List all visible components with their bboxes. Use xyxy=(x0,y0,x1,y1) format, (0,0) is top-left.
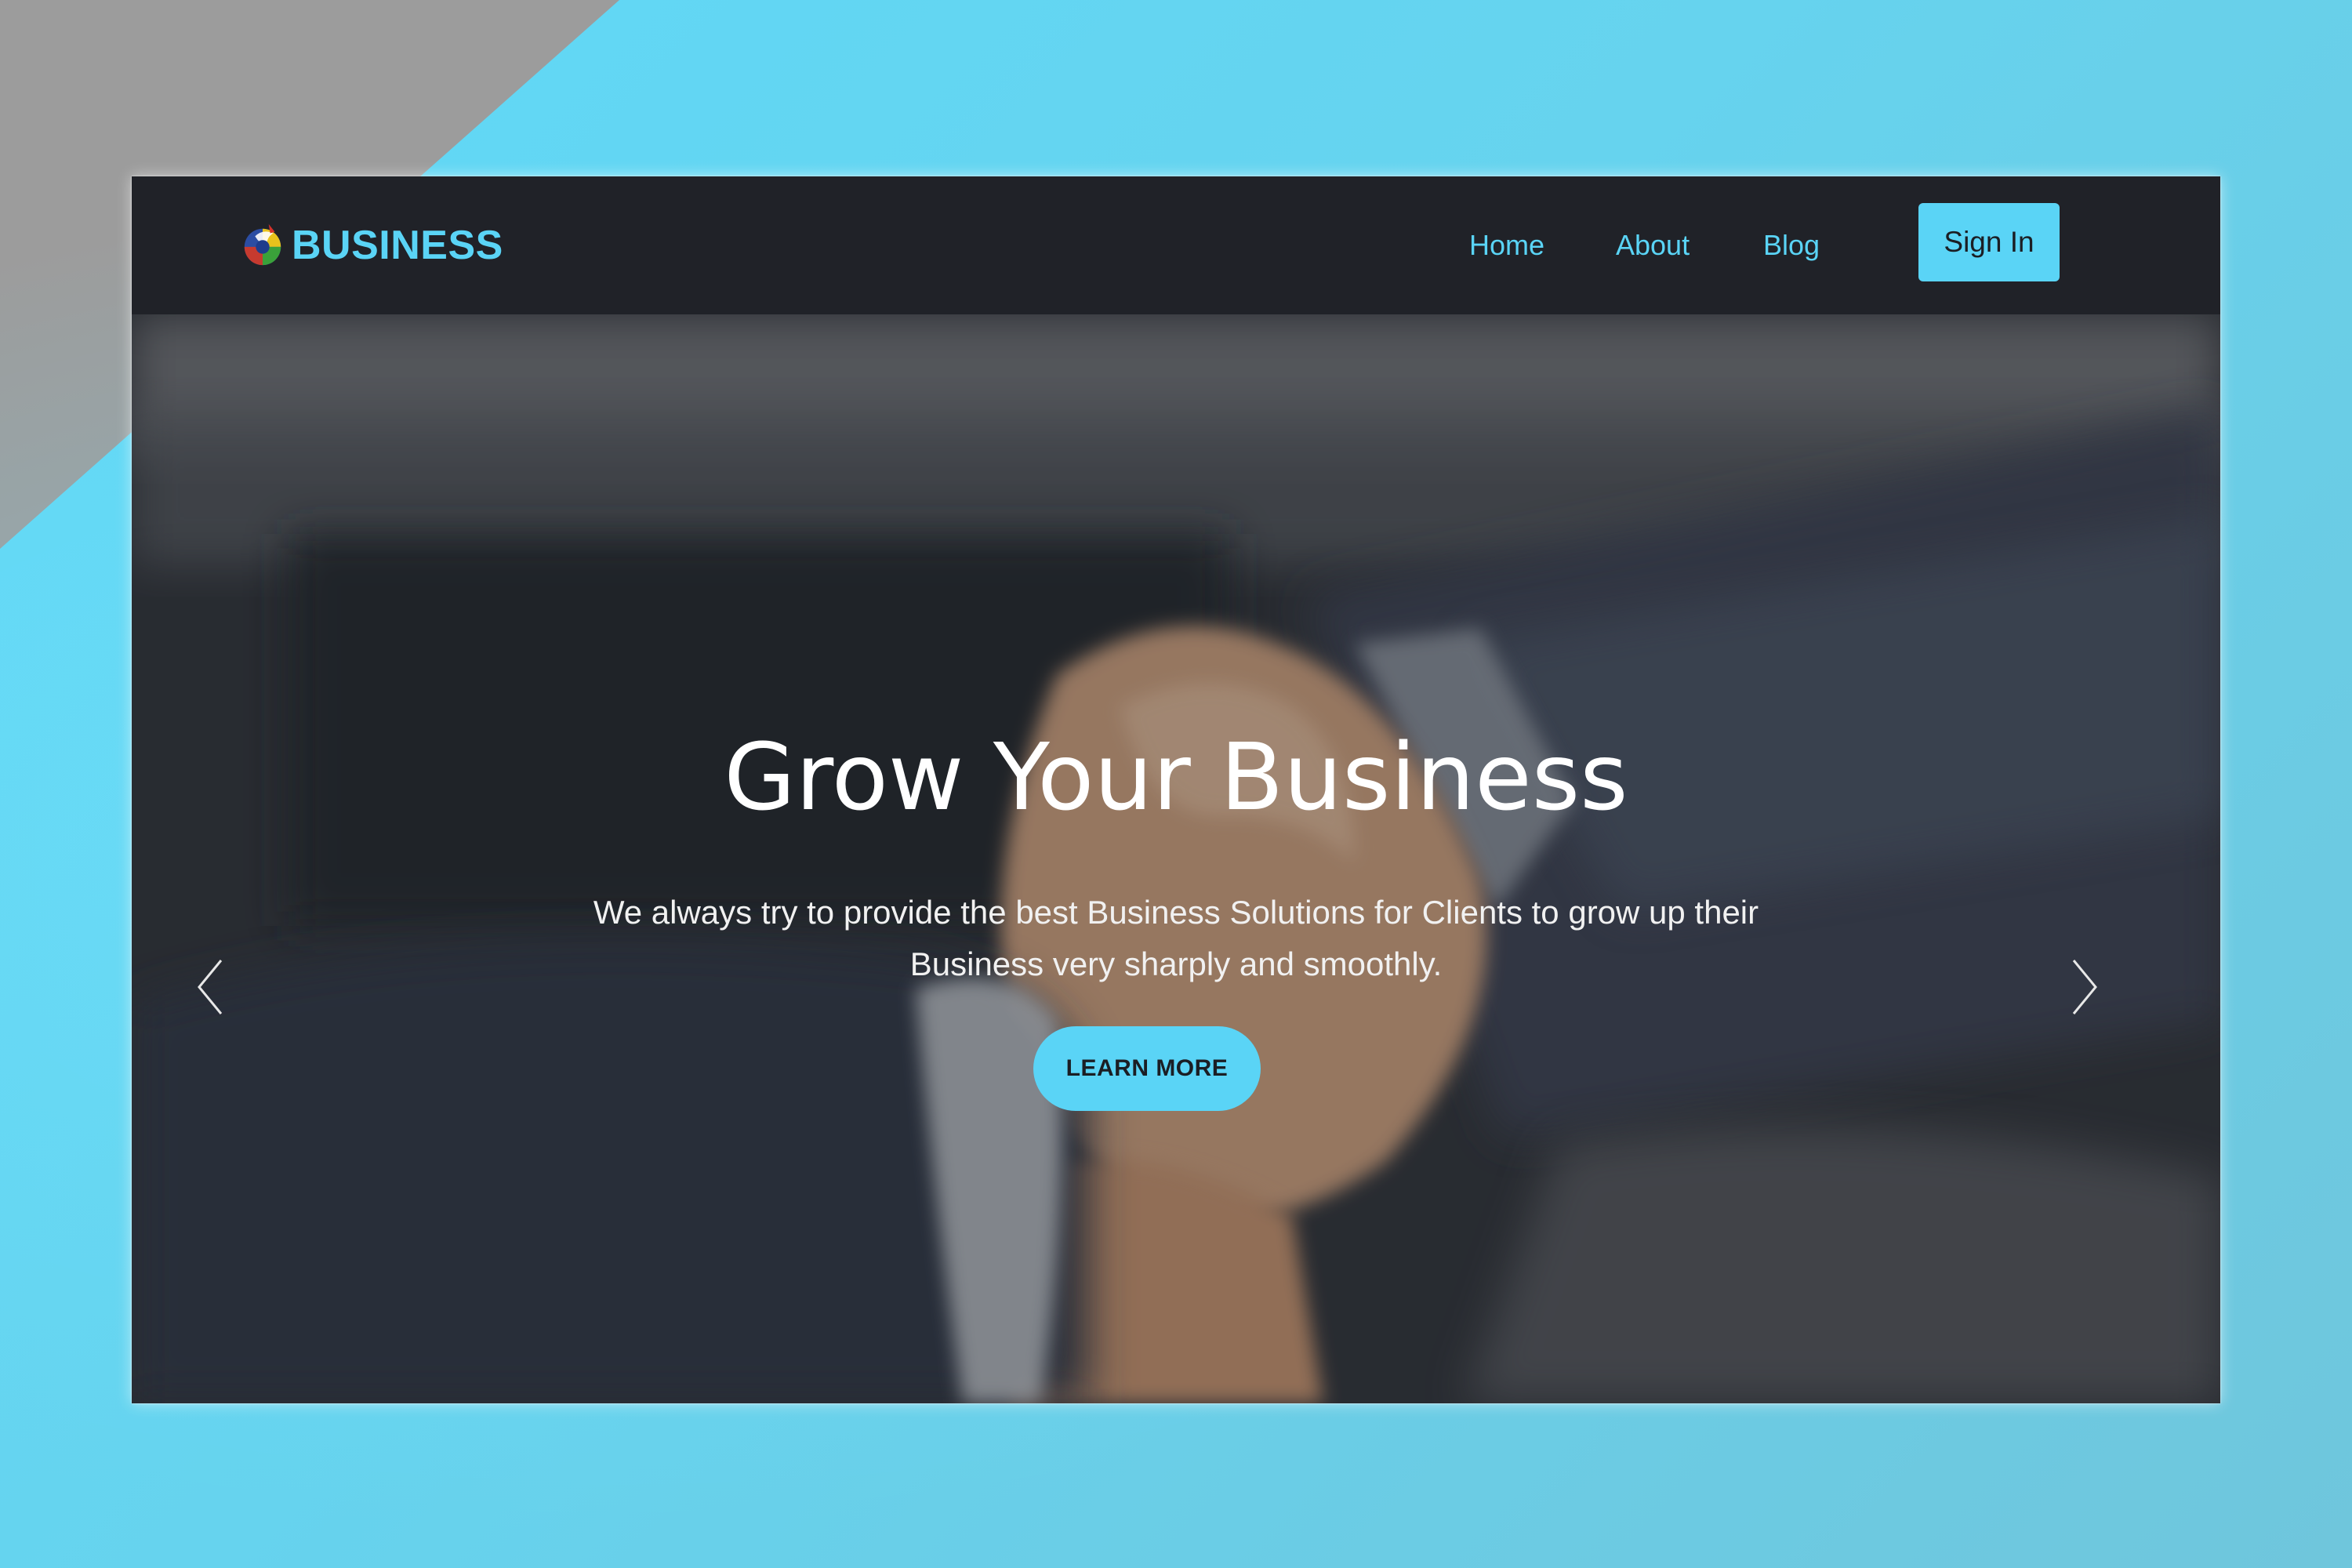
sign-in-button[interactable]: Sign In xyxy=(1918,203,2060,281)
hero-dark-overlay xyxy=(132,314,2220,1403)
nav-home-link[interactable]: Home xyxy=(1469,223,1544,267)
hero-subtitle: We always try to provide the best Busine… xyxy=(593,894,1759,982)
chevron-left-icon xyxy=(198,960,223,1014)
chevron-right-icon xyxy=(2072,960,2097,1014)
hero-carousel: Grow Your Business We always try to prov… xyxy=(132,314,2220,1403)
carousel-next-button[interactable] xyxy=(2069,956,2100,1018)
hero-title: Grow Your Business xyxy=(724,723,1628,831)
learn-more-button[interactable]: LEARN MORE xyxy=(1033,1026,1261,1111)
website-frame: BUSINESS Home About Blog Sign In Grow Yo… xyxy=(132,176,2220,1403)
nav-blog-link[interactable]: Blog xyxy=(1763,223,1820,267)
nav-about-link[interactable]: About xyxy=(1616,223,1690,267)
navbar: BUSINESS Home About Blog Sign In xyxy=(132,176,2220,314)
carousel-prev-button[interactable] xyxy=(194,956,226,1018)
nav-links: Home About Blog Sign In xyxy=(132,176,2220,314)
